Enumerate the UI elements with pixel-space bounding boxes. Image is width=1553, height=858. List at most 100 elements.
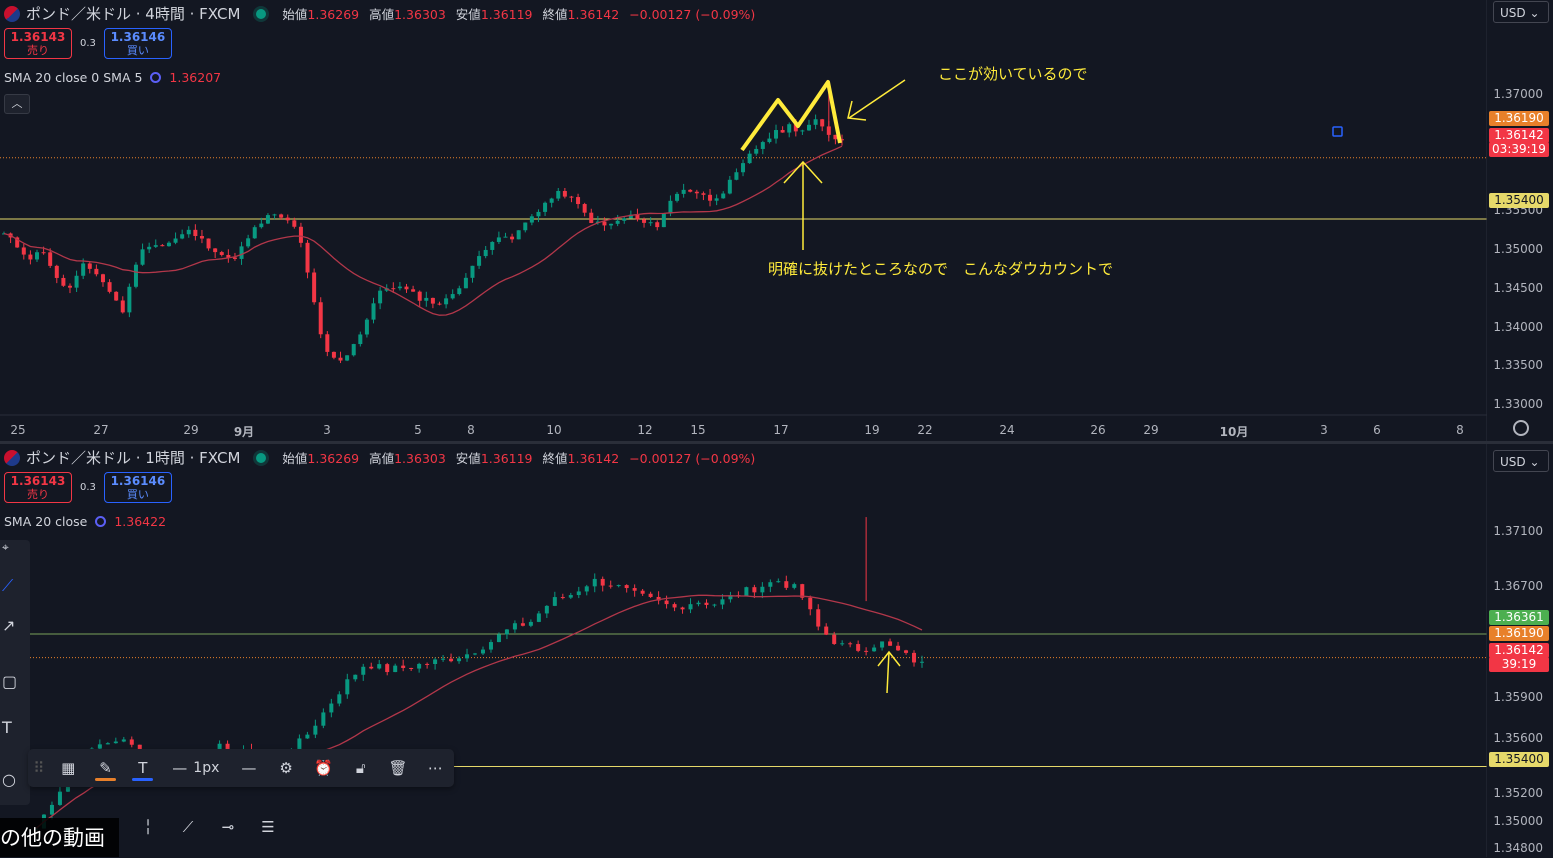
- chart-pane-4h[interactable]: ポンド／米ドル · 4時間 · FXCM 始値1.36269 高値1.36303…: [0, 0, 1553, 442]
- candle-body: [28, 254, 33, 260]
- circle-icon[interactable]: ○: [2, 770, 16, 789]
- candle-body: [470, 265, 475, 278]
- price-label: 1.34800: [1493, 841, 1543, 856]
- last-price-tag: 1.36142: [1489, 643, 1549, 658]
- symbol-title[interactable]: ポンド／米ドル · 4時間 · FXCM: [26, 3, 240, 24]
- candle-body: [780, 130, 785, 133]
- candle-body: [760, 142, 765, 149]
- candle-body: [81, 263, 86, 276]
- candle-body: [774, 130, 779, 139]
- line-tools-bar: ╎ ⟋ ⊸ ☰: [128, 808, 288, 846]
- symbol-title[interactable]: ポンド／米ドル · 1時間 · FXCM: [26, 447, 240, 468]
- text-icon[interactable]: T: [2, 718, 12, 737]
- level-price-tag: 1.36361: [1489, 610, 1549, 625]
- chart-pane-1h[interactable]: ポンド／米ドル · 1時間 · FXCM 始値1.36269 高値1.36303…: [0, 444, 1553, 857]
- delete-icon[interactable]: 🗑︎: [379, 749, 416, 787]
- candle-body: [331, 351, 336, 358]
- candle-body: [648, 222, 653, 224]
- horizontal-ray-icon[interactable]: ⊸: [208, 808, 248, 846]
- parallel-lines-icon[interactable]: ☰: [248, 808, 288, 846]
- candle-body: [313, 725, 318, 735]
- candle-body: [600, 578, 605, 586]
- lock-icon[interactable]: 🔓︎: [342, 749, 379, 787]
- sell-button[interactable]: 1.36143 売り: [4, 472, 72, 503]
- candle-body: [552, 597, 557, 606]
- templates-icon[interactable]: ▦: [50, 749, 87, 787]
- indicator-legend[interactable]: SMA 20 close 0 SMA 5 1.36207: [4, 70, 221, 85]
- candle-body: [100, 274, 105, 283]
- candle-body: [490, 241, 495, 250]
- dow-count-zigzag: [740, 80, 842, 152]
- candle-body: [787, 124, 792, 133]
- candle-body: [543, 202, 548, 212]
- line-style-button[interactable]: —: [230, 749, 267, 787]
- candle-body: [503, 236, 508, 238]
- candle-body: [173, 238, 178, 243]
- price-label: 1.37000: [1493, 86, 1543, 101]
- drawing-sidebar: ⌖ ⟋ ↗ ▢ T ○: [0, 540, 30, 805]
- candle-body: [622, 218, 627, 221]
- vertical-line-icon[interactable]: ╎: [128, 808, 168, 846]
- candle-body: [807, 124, 812, 131]
- candle-body: [409, 667, 414, 669]
- candle-body: [681, 189, 686, 194]
- candle-body: [808, 597, 813, 610]
- currency-select[interactable]: USD ⌄: [1493, 1, 1549, 23]
- drag-handle-icon[interactable]: ⠿: [28, 749, 50, 787]
- candle-body: [465, 654, 470, 659]
- buy-button[interactable]: 1.36146 買い: [103, 472, 172, 503]
- candle-body: [708, 194, 713, 201]
- indicator-source-icon: [150, 72, 162, 83]
- candle-body: [640, 590, 645, 594]
- collapse-legend-button[interactable]: ︿: [4, 94, 30, 114]
- sell-button[interactable]: 1.36143 売り: [4, 28, 72, 59]
- candle-body: [720, 599, 725, 605]
- candle-body: [576, 591, 581, 596]
- candle-body: [121, 739, 126, 742]
- indicator-value: 1.36207: [169, 70, 222, 85]
- add-alert-icon[interactable]: ⏰: [305, 749, 342, 787]
- candle-body: [504, 629, 509, 635]
- trade-buttons: 1.36143 売り 0.3 1.36146 買い: [4, 472, 172, 503]
- last-price-tag: 1.36142: [1489, 128, 1549, 143]
- candle-body: [568, 595, 573, 598]
- text-color-button[interactable]: T: [124, 749, 161, 787]
- indicator-legend[interactable]: SMA 20 close 1.36422: [4, 514, 166, 529]
- buy-button[interactable]: 1.36146 買い: [103, 28, 172, 59]
- price-chart-1h[interactable]: [0, 444, 1487, 857]
- candle-body: [473, 653, 478, 655]
- candle-body: [57, 791, 62, 805]
- rectangle-icon[interactable]: ▢: [2, 672, 17, 691]
- candle-body: [425, 663, 430, 665]
- cursor-icon[interactable]: ⌖: [2, 540, 9, 555]
- annotation-text-1[interactable]: ここが効いているので: [938, 63, 1088, 84]
- indicator-name: SMA 20 close: [4, 514, 88, 529]
- candle-body: [602, 221, 607, 226]
- candle-body: [305, 734, 310, 739]
- price-label: 1.34500: [1493, 280, 1543, 295]
- drawing-toolbar: ⠿ ▦ ✎ T — 1px — ⚙ ⏰ 🔓︎ 🗑︎ ⋯: [28, 749, 454, 787]
- trendline-icon[interactable]: ⟋: [2, 576, 13, 596]
- candle-body: [712, 604, 717, 606]
- line-width-button[interactable]: — 1px: [161, 749, 230, 787]
- price-chart-4h[interactable]: [0, 0, 1487, 442]
- trend-line-icon[interactable]: ⟋: [168, 808, 208, 846]
- candle-body: [624, 585, 629, 589]
- settings-gear-icon[interactable]: [1513, 420, 1529, 436]
- line-color-button[interactable]: ✎: [87, 749, 124, 787]
- candle-body: [329, 703, 334, 713]
- currency-select[interactable]: USD ⌄: [1493, 450, 1549, 472]
- candle-body: [345, 355, 350, 361]
- arrow-icon[interactable]: ↗: [2, 616, 15, 635]
- candle-body: [608, 585, 613, 587]
- candle-body: [232, 257, 237, 259]
- candle-body: [616, 585, 621, 587]
- settings-icon[interactable]: ⚙: [267, 749, 304, 787]
- annotation-text-2[interactable]: 明確に抜けたところなので こんなダウカウントで: [768, 258, 1113, 279]
- candle-body: [312, 272, 317, 303]
- candle-body: [655, 222, 660, 228]
- more-icon[interactable]: ⋯: [417, 749, 454, 787]
- candle-body: [378, 290, 383, 304]
- date-label: 26: [1090, 423, 1106, 437]
- candle-body: [536, 613, 541, 622]
